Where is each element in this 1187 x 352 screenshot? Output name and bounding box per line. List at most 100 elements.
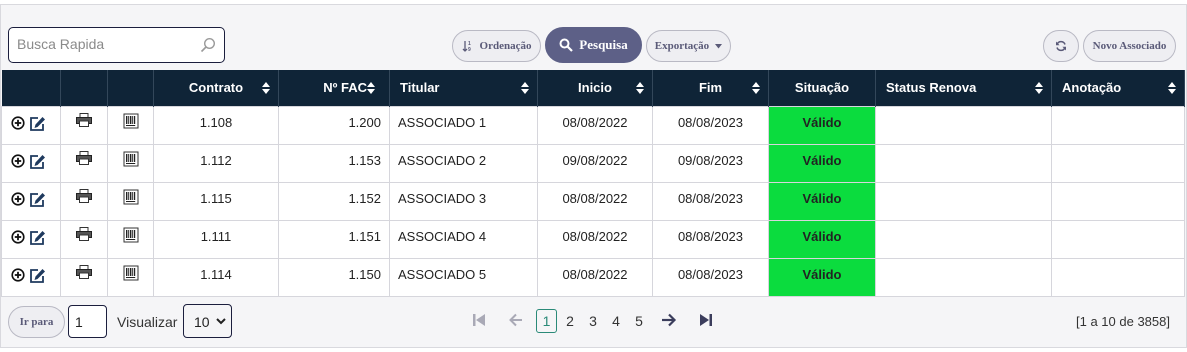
row-actions <box>1 105 61 145</box>
cell-anotacao <box>1051 105 1185 145</box>
actions-header <box>1 70 61 106</box>
barcode-icon[interactable] <box>123 227 139 243</box>
cell-status-renova <box>875 219 1052 259</box>
edit-icon[interactable] <box>29 192 46 207</box>
edit-icon[interactable] <box>29 154 46 169</box>
cell-inicio: 09/08/2022 <box>537 143 653 183</box>
edit-icon[interactable] <box>29 230 46 245</box>
cell-contrato: 1.108 <box>153 105 279 145</box>
add-icon[interactable] <box>11 154 25 168</box>
pagination-bar: Ir para 1 Visualizar 10 12345 [1 a 10 de… <box>0 300 1187 344</box>
cell-fac: 1.200 <box>278 105 390 145</box>
next-page-icon[interactable] <box>661 312 677 328</box>
cell-fac: 1.152 <box>278 181 390 221</box>
status-badge: Válido <box>768 181 876 221</box>
row-print <box>60 143 108 183</box>
cell-contrato: 1.115 <box>153 181 279 221</box>
caret-down-icon <box>715 43 723 48</box>
col-header-anotacao[interactable]: Anotação <box>1051 70 1185 106</box>
page-size-select[interactable]: 10 <box>183 304 232 338</box>
search-icon <box>559 38 574 52</box>
cell-titular: ASSOCIADO 5 <box>389 257 538 297</box>
row-barcode <box>107 143 154 183</box>
add-icon[interactable] <box>11 268 25 282</box>
cell-status-renova <box>875 105 1052 145</box>
page-number-input[interactable]: 1 <box>68 305 107 338</box>
col-header-status-renova[interactable]: Status Renova <box>875 70 1052 106</box>
visualizar-label: Visualizar <box>117 314 178 330</box>
status-badge: Válido <box>768 105 876 145</box>
col-header-contrato[interactable]: Contrato <box>153 70 279 106</box>
table-header-row: Contrato Nº FAC Titular Inicio Fim Situa… <box>1 70 1185 106</box>
sort-icon[interactable] <box>521 81 529 95</box>
add-icon[interactable] <box>11 116 25 130</box>
col-header-situacao[interactable]: Situação <box>768 70 876 106</box>
cell-inicio: 08/08/2022 <box>537 219 653 259</box>
last-page-icon[interactable] <box>698 312 714 328</box>
search-box[interactable] <box>8 27 225 63</box>
pesquisa-button[interactable]: Pesquisa <box>545 27 642 63</box>
sort-icon[interactable] <box>636 81 644 95</box>
svg-text:9: 9 <box>468 47 471 52</box>
row-print <box>60 219 108 259</box>
table-row[interactable]: 1.115 1.152 ASSOCIADO 3 08/08/2022 08/08… <box>1 181 1185 221</box>
search-icon[interactable] <box>200 37 216 53</box>
printer-icon[interactable] <box>76 188 92 203</box>
cell-status-renova <box>875 257 1052 297</box>
barcode-icon[interactable] <box>123 113 139 129</box>
page-link-5[interactable]: 5 <box>630 310 648 332</box>
ordenacao-button[interactable]: 1 9 Ordenação <box>452 30 541 62</box>
novo-associado-label: Novo Associado <box>1092 40 1167 52</box>
table-row[interactable]: 1.111 1.151 ASSOCIADO 4 08/08/2022 08/08… <box>1 219 1185 259</box>
add-icon[interactable] <box>11 230 25 244</box>
edit-icon[interactable] <box>29 268 46 283</box>
page-link-2[interactable]: 2 <box>561 310 579 332</box>
cell-fim: 09/08/2023 <box>652 143 769 183</box>
printer-icon[interactable] <box>76 226 92 241</box>
col-header-fac[interactable]: Nº FAC <box>278 70 390 106</box>
page-link-4[interactable]: 4 <box>607 310 625 332</box>
novo-associado-button[interactable]: Novo Associado <box>1083 30 1176 62</box>
cell-contrato: 1.112 <box>153 143 279 183</box>
barcode-icon[interactable] <box>123 151 139 167</box>
printer-icon[interactable] <box>76 150 92 165</box>
status-badge: Válido <box>768 219 876 259</box>
edit-icon[interactable] <box>29 116 46 131</box>
cell-fim: 08/08/2023 <box>652 219 769 259</box>
cell-fac: 1.153 <box>278 143 390 183</box>
cell-status-renova <box>875 143 1052 183</box>
prev-page-icon[interactable] <box>508 312 524 328</box>
cell-fim: 08/08/2023 <box>652 181 769 221</box>
first-page-icon[interactable] <box>471 312 487 328</box>
ir-para-button[interactable]: Ir para <box>8 306 65 338</box>
cell-inicio: 08/08/2022 <box>537 105 653 145</box>
table-row[interactable]: 1.108 1.200 ASSOCIADO 1 08/08/2022 08/08… <box>1 105 1185 145</box>
sort-icon[interactable] <box>1168 81 1176 95</box>
col-header-titular[interactable]: Titular <box>389 70 538 106</box>
ordenacao-label: Ordenação <box>479 40 532 52</box>
col-header-fim[interactable]: Fim <box>652 70 769 106</box>
page-link-1[interactable]: 1 <box>536 309 557 333</box>
sort-icon[interactable] <box>262 81 270 95</box>
barcode-icon[interactable] <box>123 189 139 205</box>
cell-titular: ASSOCIADO 2 <box>389 143 538 183</box>
printer-icon[interactable] <box>76 112 92 127</box>
table-row[interactable]: 1.114 1.150 ASSOCIADO 5 08/08/2022 08/08… <box>1 257 1185 297</box>
sort-icon[interactable] <box>1035 81 1043 95</box>
cell-contrato: 1.111 <box>153 219 279 259</box>
sort-icon[interactable] <box>367 81 375 95</box>
exportacao-dropdown[interactable]: Exportação <box>646 30 731 62</box>
cell-contrato: 1.114 <box>153 257 279 297</box>
refresh-button[interactable] <box>1043 30 1079 62</box>
row-actions <box>1 219 61 259</box>
printer-icon[interactable] <box>76 264 92 279</box>
page-link-3[interactable]: 3 <box>584 310 602 332</box>
search-input[interactable] <box>17 28 197 60</box>
sort-icon[interactable] <box>752 81 760 95</box>
add-icon[interactable] <box>11 192 25 206</box>
table-row[interactable]: 1.112 1.153 ASSOCIADO 2 09/08/2022 09/08… <box>1 143 1185 183</box>
barcode-icon[interactable] <box>123 265 139 281</box>
row-barcode <box>107 219 154 259</box>
row-print <box>60 181 108 221</box>
col-header-inicio[interactable]: Inicio <box>537 70 653 106</box>
